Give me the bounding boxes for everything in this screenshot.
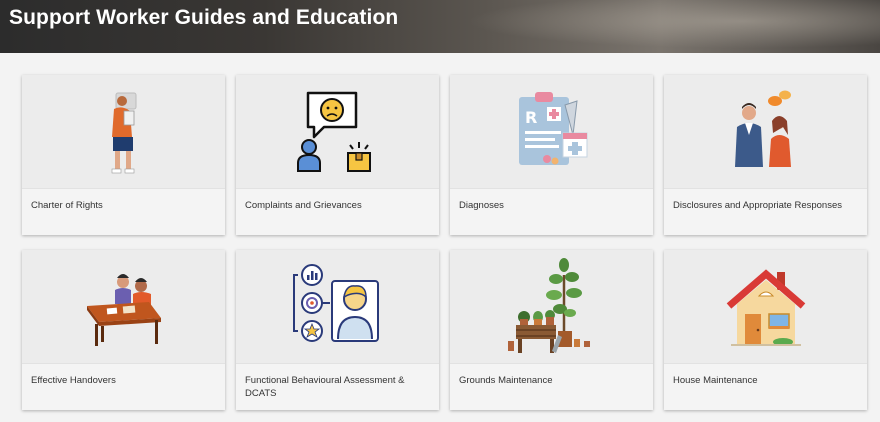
- garden-plants-icon: [507, 257, 590, 353]
- page-title: Support Worker Guides and Education: [9, 6, 399, 29]
- card-image: [22, 75, 225, 189]
- main-content: Charter of Rights Complaints and Grievan…: [0, 53, 880, 422]
- card-label: Disclosures and Appropriate Responses: [673, 200, 842, 211]
- card-grid: Charter of Rights Complaints and Grievan…: [22, 75, 868, 410]
- card-image: [22, 250, 225, 364]
- card-image: [664, 75, 867, 189]
- card-functional-behavioural-assessment[interactable]: Functional Behavioural Assessment & DCAT…: [236, 250, 439, 410]
- card-label: House Maintenance: [673, 375, 758, 386]
- card-label: Grounds Maintenance: [459, 375, 553, 386]
- card-grounds-maintenance[interactable]: Grounds Maintenance: [450, 250, 653, 410]
- card-disclosures-and-appropriate-responses[interactable]: Disclosures and Appropriate Responses: [664, 75, 867, 235]
- complaint-speech-icon: [296, 91, 371, 172]
- card-label: Effective Handovers: [31, 375, 116, 386]
- card-label: Complaints and Grievances: [245, 200, 362, 211]
- header-banner: Support Worker Guides and Education: [0, 0, 880, 53]
- card-image: [450, 250, 653, 364]
- card-image: [236, 250, 439, 364]
- person-reading-icon: [111, 92, 136, 173]
- svg-text:R: R: [525, 108, 537, 127]
- card-charter-of-rights[interactable]: Charter of Rights: [22, 75, 225, 235]
- card-diagnoses[interactable]: R Diagnoses: [450, 75, 653, 235]
- house-icon: [726, 268, 805, 346]
- card-effective-handovers[interactable]: Effective Handovers: [22, 250, 225, 410]
- card-house-maintenance[interactable]: House Maintenance: [664, 250, 867, 410]
- desk-meeting-icon: [86, 273, 161, 346]
- card-label: Functional Behavioural Assessment & DCAT…: [245, 375, 405, 399]
- conversation-icon: [734, 90, 791, 167]
- medical-clipboard-icon: R: [518, 91, 587, 165]
- card-image: R: [450, 75, 653, 189]
- card-complaints-and-grievances[interactable]: Complaints and Grievances: [236, 75, 439, 235]
- assessment-profile-icon: [292, 263, 379, 342]
- card-image: [236, 75, 439, 189]
- card-label: Charter of Rights: [31, 200, 103, 211]
- card-image: [664, 250, 867, 364]
- card-label: Diagnoses: [459, 200, 504, 211]
